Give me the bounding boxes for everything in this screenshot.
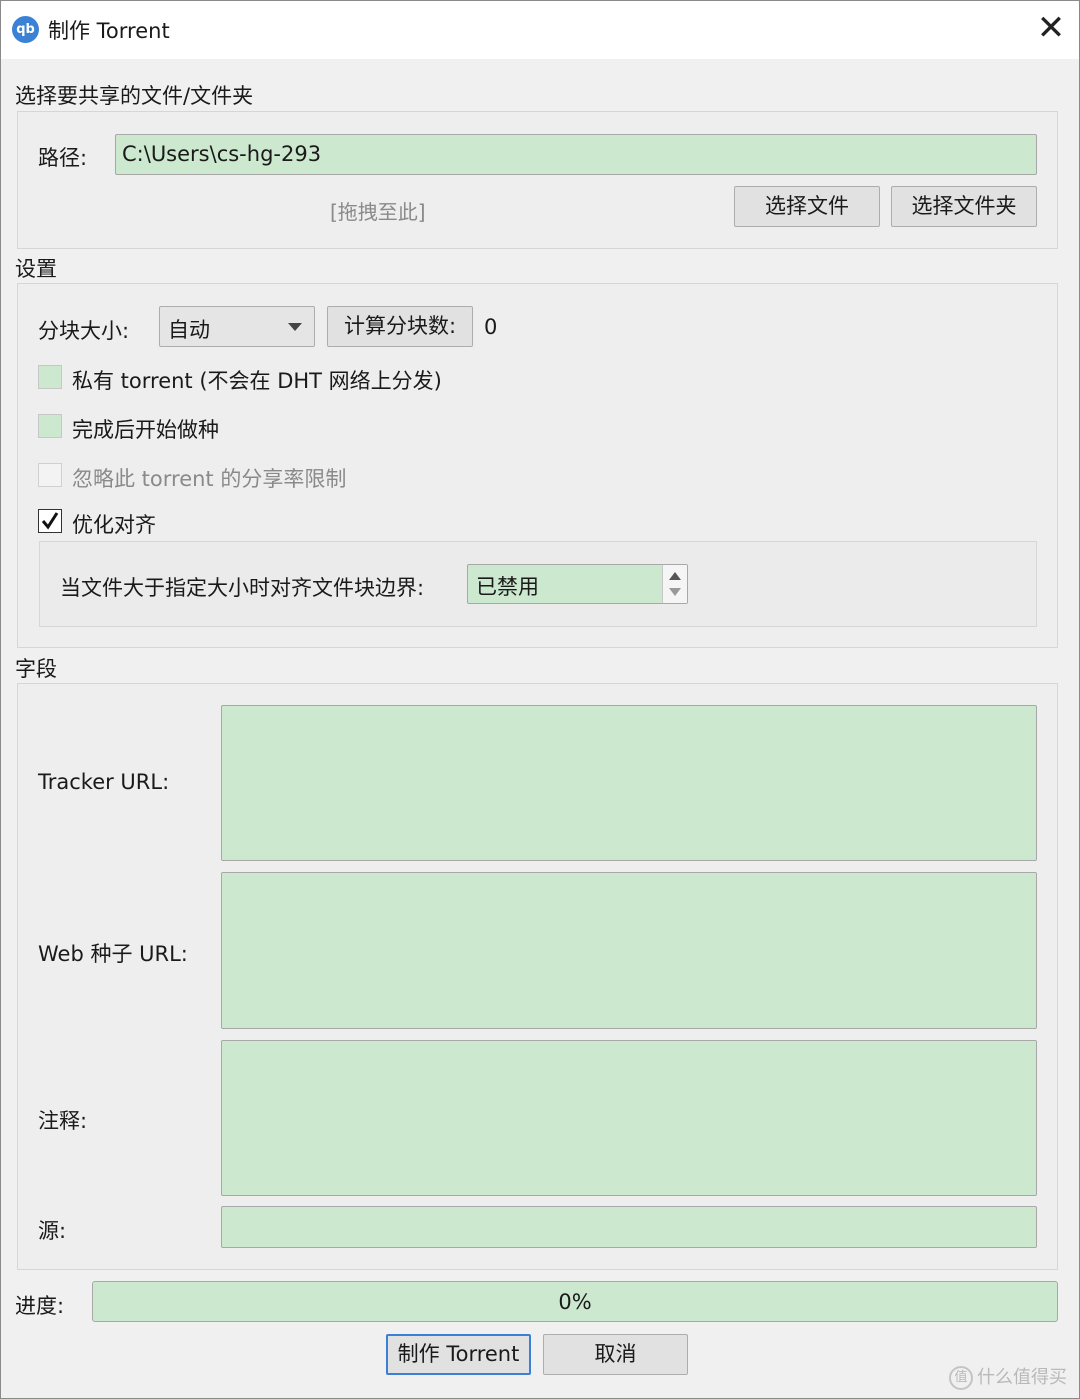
source-label: 源: <box>38 1219 67 1243</box>
progress-bar: 0% <box>92 1281 1058 1322</box>
select-file-button[interactable]: 选择文件 <box>734 186 880 227</box>
select-folder-button[interactable]: 选择文件夹 <box>891 186 1037 227</box>
fields-group: Tracker URL: Web 种子 URL: 注释: 源: <box>17 683 1058 1270</box>
private-torrent-label: 私有 torrent (不会在 DHT 网络上分发) <box>72 369 442 393</box>
optimize-alignment-label: 优化对齐 <box>72 513 156 537</box>
align-threshold-value: 已禁用 <box>476 575 539 599</box>
piece-count: 0 <box>484 315 498 339</box>
qbittorrent-app-icon: qb <box>12 16 39 43</box>
progress-label: 进度: <box>15 1294 65 1318</box>
comment-textarea[interactable] <box>221 1040 1037 1196</box>
settings-group: 分块大小: 自动 计算分块数: 0 私有 torrent (不会在 DHT 网络… <box>17 283 1058 648</box>
watermark-logo-icon: 值 <box>949 1366 973 1390</box>
file-section-heading: 选择要共享的文件/文件夹 <box>15 84 254 108</box>
create-torrent-button[interactable]: 制作 Torrent <box>386 1334 531 1375</box>
watermark-text: 什么值得买 <box>977 1367 1067 1388</box>
progress-text: 0% <box>558 1290 592 1314</box>
ignore-ratio-label: 忽略此 torrent 的分享率限制 <box>72 467 347 491</box>
path-label: 路径: <box>38 146 88 170</box>
start-seeding-label: 完成后开始做种 <box>72 418 219 442</box>
drop-hint: [拖拽至此] <box>330 200 426 224</box>
settings-heading: 设置 <box>15 257 57 281</box>
check-icon <box>41 512 59 530</box>
comment-label: 注释: <box>38 1109 88 1133</box>
tracker-url-label: Tracker URL: <box>38 770 170 794</box>
private-torrent-checkbox[interactable] <box>38 365 62 389</box>
close-icon[interactable]: ✕ <box>1025 7 1077 51</box>
create-torrent-dialog: qb 制作 Torrent ✕ 选择要共享的文件/文件夹 路径: C:\User… <box>0 0 1080 1399</box>
piece-size-label: 分块大小: <box>38 319 130 343</box>
chevron-down-icon <box>288 323 302 331</box>
file-group: 路径: C:\Users\cs-hg-293 [拖拽至此] 选择文件 选择文件夹 <box>17 111 1058 249</box>
cancel-button[interactable]: 取消 <box>543 1334 688 1375</box>
align-threshold-spinbox[interactable]: 已禁用 <box>467 564 688 604</box>
web-seed-url-textarea[interactable] <box>221 872 1037 1029</box>
source-input[interactable] <box>221 1206 1037 1248</box>
tracker-url-textarea[interactable] <box>221 705 1037 861</box>
alignment-subgroup: 当文件大于指定大小时对齐文件块边界: 已禁用 <box>39 541 1037 627</box>
path-input[interactable]: C:\Users\cs-hg-293 <box>115 134 1037 175</box>
path-input-value: C:\Users\cs-hg-293 <box>122 142 322 166</box>
web-seed-url-label: Web 种子 URL: <box>38 942 188 966</box>
start-seeding-checkbox[interactable] <box>38 414 62 438</box>
piece-size-select[interactable]: 自动 <box>159 306 315 347</box>
ignore-ratio-checkbox[interactable] <box>38 463 62 487</box>
title-bar: qb 制作 Torrent ✕ <box>1 1 1079 59</box>
watermark: 值什么值得买 <box>949 1363 1067 1390</box>
optimize-alignment-checkbox[interactable] <box>38 509 62 533</box>
piece-size-value: 自动 <box>168 318 210 342</box>
window-title: 制作 Torrent <box>48 19 170 43</box>
spin-up-icon[interactable] <box>669 572 681 580</box>
align-threshold-label: 当文件大于指定大小时对齐文件块边界: <box>60 576 425 600</box>
spin-buttons[interactable] <box>662 565 687 603</box>
spin-down-icon[interactable] <box>669 588 681 596</box>
fields-heading: 字段 <box>15 657 57 681</box>
calculate-pieces-button[interactable]: 计算分块数: <box>327 306 473 347</box>
